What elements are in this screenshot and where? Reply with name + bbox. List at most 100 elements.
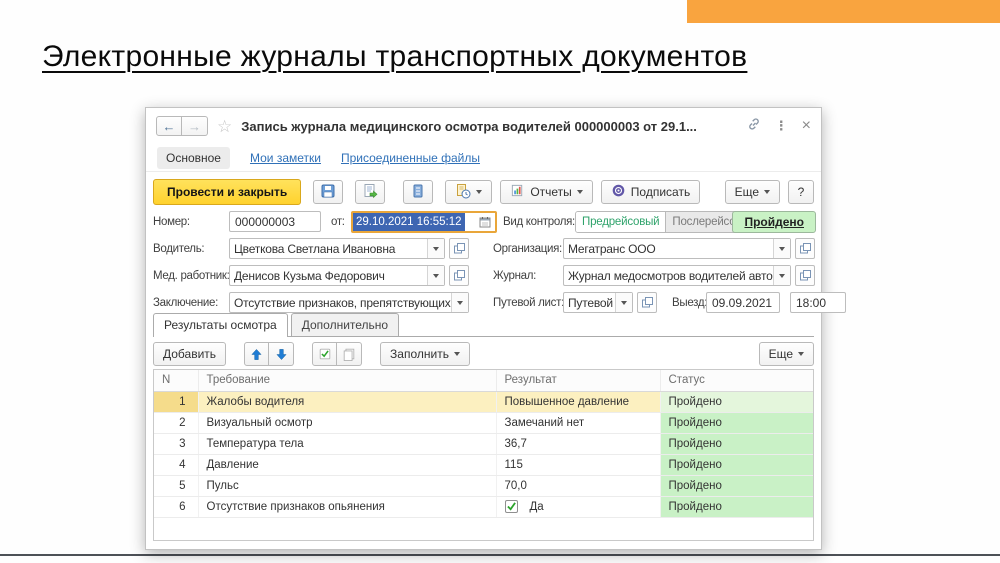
post-and-close-button[interactable]: Провести и закрыть bbox=[153, 179, 301, 205]
cell-status[interactable]: Пройдено bbox=[660, 412, 813, 433]
cell-number[interactable]: 5 bbox=[154, 475, 198, 496]
dropdown-icon[interactable] bbox=[427, 266, 444, 285]
organization-field[interactable]: Мегатранс ООО bbox=[563, 238, 791, 259]
journal-field[interactable]: Журнал медосмотров водителей автобусов М… bbox=[563, 265, 791, 286]
chevron-down-icon bbox=[798, 352, 804, 356]
check-all-button[interactable] bbox=[312, 342, 337, 366]
cell-number[interactable]: 2 bbox=[154, 412, 198, 433]
cell-requirement[interactable]: Температура тела bbox=[198, 433, 496, 454]
dropdown-icon[interactable] bbox=[615, 293, 632, 312]
cell-status[interactable]: Пройдено bbox=[660, 433, 813, 454]
dropdown-icon[interactable] bbox=[427, 239, 444, 258]
cell-requirement[interactable]: Визуальный осмотр bbox=[198, 412, 496, 433]
driver-label: Водитель: bbox=[153, 238, 204, 260]
waybill-label: Путевой лист: bbox=[493, 292, 564, 314]
cell-status[interactable]: Пройдено bbox=[660, 454, 813, 475]
open-journal-icon[interactable] bbox=[795, 265, 815, 286]
cell-requirement[interactable]: Жалобы водителя bbox=[198, 391, 496, 412]
dropdown-icon[interactable] bbox=[773, 239, 790, 258]
more-menu-icon[interactable]: ⋮ bbox=[775, 118, 788, 134]
departure-date-field[interactable]: 09.09.2021 bbox=[706, 292, 780, 313]
favorite-star-icon[interactable]: ☆ bbox=[217, 118, 232, 135]
cell-result[interactable]: 36,7 bbox=[496, 433, 660, 454]
post-document-icon bbox=[362, 183, 378, 202]
more-button[interactable]: Еще bbox=[725, 180, 780, 204]
checkbox-checked-icon[interactable] bbox=[505, 500, 518, 513]
create-based-on-button[interactable] bbox=[445, 180, 492, 204]
reports-label: Отчеты bbox=[530, 185, 571, 199]
table-row[interactable]: 6Отсутствие признаков опьяненияДаПройден… bbox=[154, 496, 813, 517]
cell-result[interactable]: Да bbox=[496, 496, 660, 517]
bottom-rule bbox=[0, 554, 1000, 556]
cell-requirement[interactable]: Давление bbox=[198, 454, 496, 475]
help-button[interactable]: ? bbox=[788, 180, 814, 204]
number-field[interactable]: 000000003 bbox=[229, 211, 321, 232]
cell-number[interactable]: 3 bbox=[154, 433, 198, 454]
tab-exam-results[interactable]: Результаты осмотра bbox=[153, 313, 288, 337]
dropdown-icon[interactable] bbox=[773, 266, 790, 285]
open-driver-icon[interactable] bbox=[449, 238, 469, 259]
passed-status-button[interactable]: Пройдено bbox=[732, 211, 816, 233]
register-records-icon bbox=[410, 183, 426, 202]
form-row-number: Номер: 000000003 от: 29.10.2021 16:55:12… bbox=[153, 211, 816, 233]
link-icon[interactable] bbox=[747, 117, 761, 136]
cell-number[interactable]: 1 bbox=[154, 391, 198, 412]
tab-my-notes[interactable]: Мои заметки bbox=[250, 151, 321, 165]
close-icon[interactable]: × bbox=[802, 118, 811, 134]
table-row[interactable]: 2Визуальный осмотрЗамечаний нетПройдено bbox=[154, 412, 813, 433]
cell-status[interactable]: Пройдено bbox=[660, 496, 813, 517]
cell-status[interactable]: Пройдено bbox=[660, 475, 813, 496]
dropdown-icon[interactable] bbox=[451, 293, 468, 312]
table-row[interactable]: 1Жалобы водителяПовышенное давлениеПройд… bbox=[154, 391, 813, 412]
cell-status[interactable]: Пройдено bbox=[660, 391, 813, 412]
cell-result[interactable]: Повышенное давление bbox=[496, 391, 660, 412]
document-clock-icon bbox=[455, 183, 471, 202]
med-worker-value: Денисов Кузьма Федорович bbox=[230, 266, 427, 285]
table-more-button[interactable]: Еще bbox=[759, 342, 814, 366]
move-up-button[interactable] bbox=[244, 342, 269, 366]
cell-number[interactable]: 6 bbox=[154, 496, 198, 517]
waybill-field[interactable]: Путевой лис bbox=[563, 292, 633, 313]
calendar-icon[interactable] bbox=[474, 213, 495, 231]
departure-time-field[interactable]: 18:00 bbox=[790, 292, 846, 313]
tab-main[interactable]: Основное bbox=[157, 147, 230, 169]
cell-result[interactable]: 70,0 bbox=[496, 475, 660, 496]
conclusion-field[interactable]: Отсутствие признаков, препятствующих вып… bbox=[229, 292, 469, 313]
save-button[interactable] bbox=[313, 180, 343, 204]
uncheck-all-button[interactable] bbox=[337, 342, 362, 366]
med-worker-field[interactable]: Денисов Кузьма Федорович bbox=[229, 265, 445, 286]
forward-button[interactable]: → bbox=[182, 116, 208, 136]
date-field[interactable]: 29.10.2021 16:55:12 bbox=[351, 211, 497, 233]
pre-trip-option[interactable]: Предрейсовый bbox=[576, 212, 665, 232]
organization-value: Мегатранс ООО bbox=[564, 239, 773, 258]
waybill-value: Путевой лис bbox=[564, 293, 615, 312]
form-row-conclusion: Заключение: Отсутствие признаков, препят… bbox=[153, 292, 816, 314]
table-row[interactable]: 5Пульс70,0Пройдено bbox=[154, 475, 813, 496]
open-med-worker-icon[interactable] bbox=[449, 265, 469, 286]
driver-field[interactable]: Цветкова Светлана Ивановна bbox=[229, 238, 445, 259]
tab-additional[interactable]: Дополнительно bbox=[291, 313, 399, 336]
header-status[interactable]: Статус bbox=[660, 370, 813, 391]
header-number[interactable]: N bbox=[154, 370, 198, 391]
cell-requirement[interactable]: Отсутствие признаков опьянения bbox=[198, 496, 496, 517]
post-document-button[interactable] bbox=[355, 180, 385, 204]
table-row[interactable]: 4Давление115Пройдено bbox=[154, 454, 813, 475]
cell-result[interactable]: 115 bbox=[496, 454, 660, 475]
fill-button[interactable]: Заполнить bbox=[380, 342, 470, 366]
sign-button[interactable]: Подписать bbox=[601, 180, 700, 204]
header-result[interactable]: Результат bbox=[496, 370, 660, 391]
table-row[interactable]: 3Температура тела36,7Пройдено bbox=[154, 433, 813, 454]
reports-button[interactable]: Отчеты bbox=[500, 180, 592, 204]
cell-requirement[interactable]: Пульс bbox=[198, 475, 496, 496]
register-records-button[interactable] bbox=[403, 180, 433, 204]
cell-result[interactable]: Замечаний нет bbox=[496, 412, 660, 433]
move-down-button[interactable] bbox=[269, 342, 294, 366]
toolbar: Провести и закрыть Отчеты Подписать Еще … bbox=[153, 178, 814, 206]
back-button[interactable]: ← bbox=[156, 116, 182, 136]
open-waybill-icon[interactable] bbox=[637, 292, 657, 313]
cell-number[interactable]: 4 bbox=[154, 454, 198, 475]
header-requirement[interactable]: Требование bbox=[198, 370, 496, 391]
add-row-button[interactable]: Добавить bbox=[153, 342, 226, 366]
tab-attached-files[interactable]: Присоединенные файлы bbox=[341, 151, 480, 165]
open-organization-icon[interactable] bbox=[795, 238, 815, 259]
